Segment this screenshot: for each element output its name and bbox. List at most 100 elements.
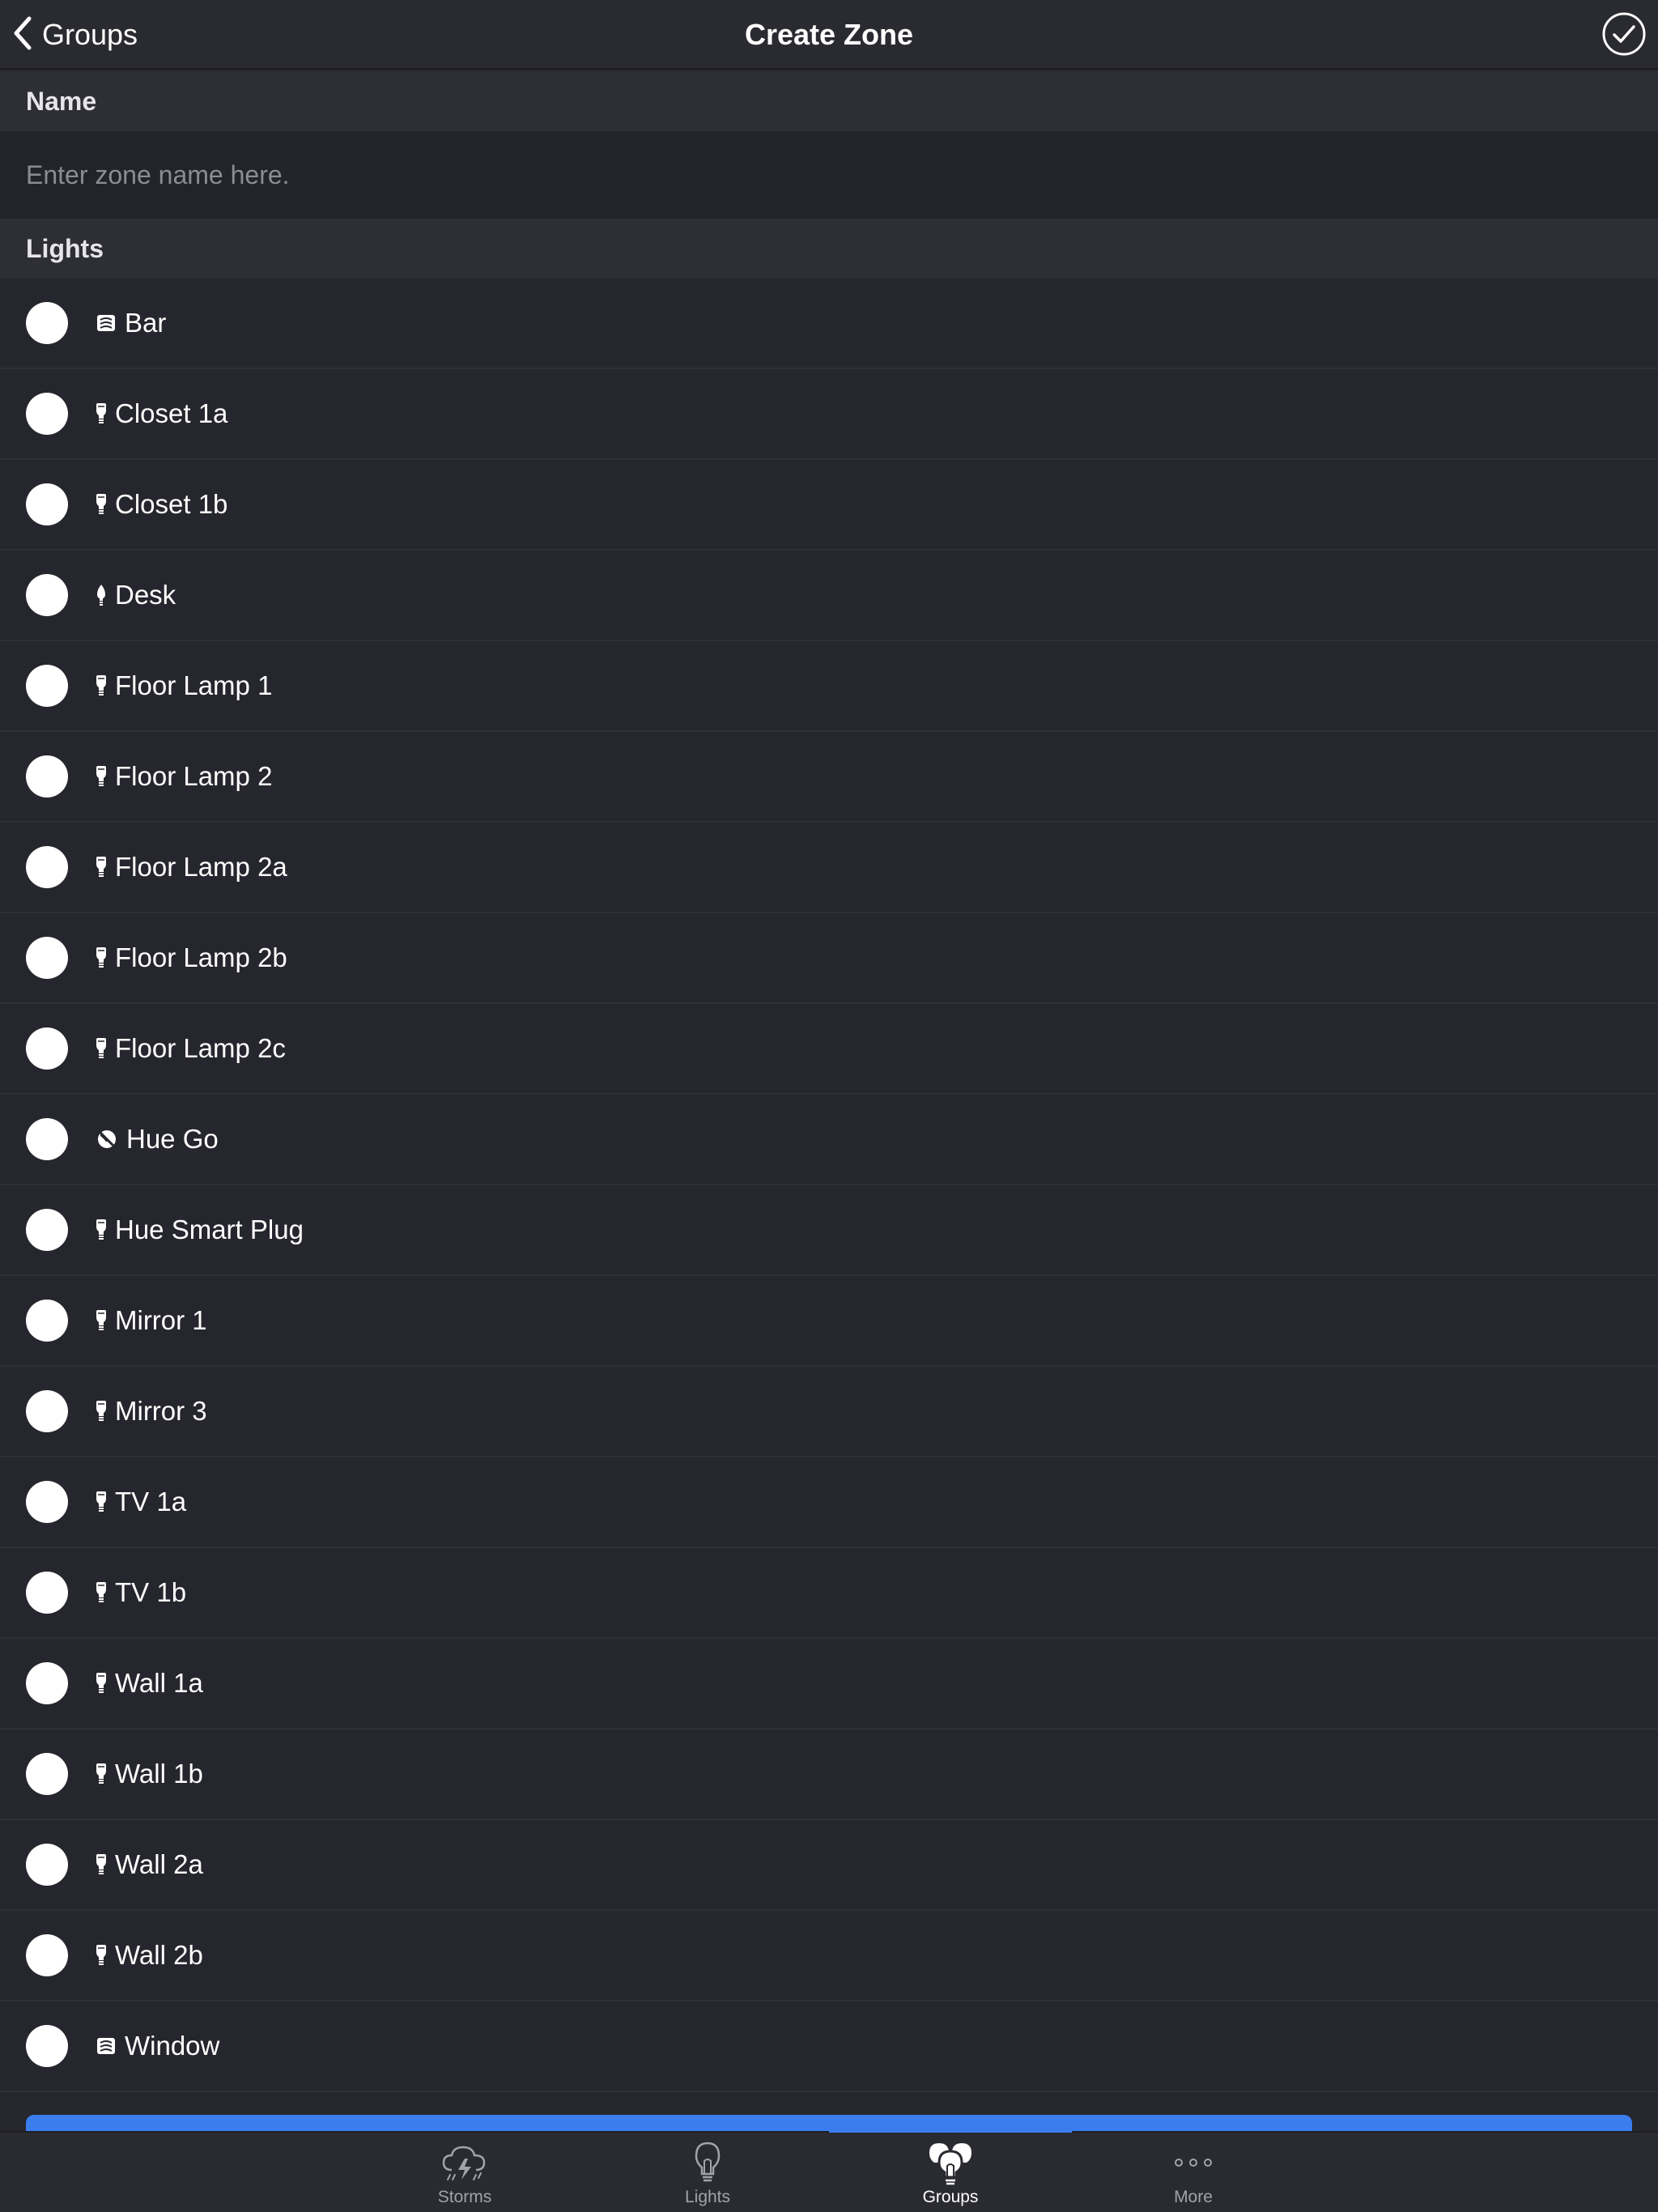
lights-list: Bar Closet 1a Closet 1b Desk Floor Lamp 1 Flo… [0, 279, 1658, 2092]
candle-bulb-icon [96, 584, 107, 606]
light-row-content: Hue Go [96, 1095, 219, 1184]
light-row[interactable]: Bar [0, 279, 1658, 369]
light-row-content: Mirror 1 [96, 1276, 207, 1365]
light-label: Floor Lamp 2c [115, 1033, 286, 1063]
light-label: Wall 2b [115, 1940, 203, 1970]
light-row-content: Desk [96, 551, 176, 640]
select-circle[interactable] [26, 665, 68, 707]
lightstrip-icon [96, 2035, 117, 2057]
light-row[interactable]: Hue Smart Plug [0, 1185, 1658, 1276]
select-circle[interactable] [26, 937, 68, 979]
light-row[interactable]: Closet 1a [0, 369, 1658, 460]
spot-bulb-icon [96, 1491, 107, 1513]
light-row-content: Closet 1a [96, 369, 227, 458]
light-label: Window [125, 2031, 220, 2061]
light-row[interactable]: Floor Lamp 2a [0, 823, 1658, 913]
light-row-content: TV 1b [96, 1548, 186, 1637]
select-circle[interactable] [26, 1753, 68, 1795]
lights-section-header: Lights [0, 219, 1658, 279]
select-circle[interactable] [26, 2025, 68, 2067]
light-row[interactable]: TV 1b [0, 1548, 1658, 1639]
light-row[interactable]: Desk [0, 551, 1658, 641]
select-circle[interactable] [26, 755, 68, 798]
lightstrip-icon [96, 313, 117, 334]
light-label: Floor Lamp 1 [115, 670, 273, 700]
spot-bulb-icon [96, 1219, 107, 1241]
light-row[interactable]: Mirror 1 [0, 1276, 1658, 1367]
light-row-content: Floor Lamp 2c [96, 1004, 286, 1093]
tab-bar: Storms Lights Groups More [0, 2129, 1658, 2212]
storm-cloud-icon [343, 2139, 586, 2186]
select-circle[interactable] [26, 1572, 68, 1614]
light-row[interactable]: Floor Lamp 2 [0, 732, 1658, 823]
light-row[interactable]: Wall 1a [0, 1639, 1658, 1729]
spot-bulb-icon [96, 1763, 107, 1785]
light-row-content: Hue Smart Plug [96, 1185, 304, 1274]
select-circle[interactable] [26, 1844, 68, 1886]
select-circle[interactable] [26, 1934, 68, 1976]
light-label: Wall 1a [115, 1668, 203, 1698]
light-label: Hue Go [126, 1124, 219, 1154]
tab-groups[interactable]: Groups [829, 2133, 1072, 2212]
tab-label: More [1174, 2188, 1213, 2206]
select-circle[interactable] [26, 1027, 68, 1070]
select-circle[interactable] [26, 846, 68, 888]
light-row-content: Window [96, 2001, 219, 2091]
light-row-content: Mirror 3 [96, 1367, 207, 1456]
light-row-content: TV 1a [96, 1457, 186, 1546]
spot-bulb-icon [96, 1853, 107, 1876]
light-row[interactable]: Floor Lamp 1 [0, 641, 1658, 732]
light-row[interactable]: Wall 2a [0, 1820, 1658, 1911]
navigation-bar: Groups Create Zone [0, 0, 1658, 70]
light-label: Floor Lamp 2b [115, 942, 287, 972]
light-row[interactable]: Hue Go [0, 1095, 1658, 1185]
light-label: Mirror 1 [115, 1305, 207, 1335]
tab-more[interactable]: More [1072, 2133, 1315, 2212]
select-circle[interactable] [26, 302, 68, 344]
tab-label: Lights [684, 2188, 731, 2206]
back-button-label: Groups [42, 18, 138, 51]
light-row-content: Wall 2a [96, 1820, 203, 1909]
spot-bulb-icon [96, 493, 107, 516]
spot-bulb-icon [96, 1309, 107, 1332]
light-row[interactable]: TV 1a [0, 1457, 1658, 1548]
done-button[interactable] [1601, 11, 1647, 57]
light-row[interactable]: Floor Lamp 2b [0, 913, 1658, 1004]
select-circle[interactable] [26, 1118, 68, 1160]
light-row-content: Closet 1b [96, 460, 227, 549]
tab-storms[interactable]: Storms [343, 2133, 586, 2212]
tab-lights[interactable]: Lights [586, 2133, 829, 2212]
back-button[interactable]: Groups [11, 0, 138, 70]
light-row[interactable]: Closet 1b [0, 460, 1658, 551]
light-row[interactable]: Wall 2b [0, 1911, 1658, 2001]
light-row[interactable]: Mirror 3 [0, 1367, 1658, 1457]
zone-name-input[interactable] [26, 131, 1629, 219]
select-circle[interactable] [26, 1662, 68, 1704]
bulb-group-icon [829, 2139, 1072, 2186]
light-label: Hue Smart Plug [115, 1214, 304, 1244]
select-circle[interactable] [26, 1481, 68, 1523]
spot-bulb-icon [96, 1037, 107, 1060]
light-row[interactable]: Floor Lamp 2c [0, 1004, 1658, 1095]
spot-bulb-icon [96, 674, 107, 697]
light-label: TV 1a [115, 1487, 187, 1516]
light-label: Wall 2a [115, 1849, 203, 1879]
spot-bulb-icon [96, 1672, 107, 1695]
select-circle[interactable] [26, 1390, 68, 1432]
select-circle[interactable] [26, 1209, 68, 1251]
light-row-content: Wall 1b [96, 1729, 203, 1819]
select-circle[interactable] [26, 393, 68, 435]
select-circle[interactable] [26, 1300, 68, 1342]
hue-go-icon [96, 1128, 118, 1151]
select-circle[interactable] [26, 483, 68, 525]
light-row-content: Floor Lamp 2b [96, 913, 287, 1002]
spot-bulb-icon [96, 1581, 107, 1604]
light-label: Wall 1b [115, 1759, 203, 1789]
light-row-content: Floor Lamp 2 [96, 732, 272, 821]
select-circle[interactable] [26, 574, 68, 616]
light-row[interactable]: Window [0, 2001, 1658, 2092]
light-row[interactable]: Wall 1b [0, 1729, 1658, 1820]
light-label: Floor Lamp 2a [115, 852, 287, 882]
light-label: Floor Lamp 2 [115, 761, 273, 791]
light-label: TV 1b [115, 1577, 187, 1607]
